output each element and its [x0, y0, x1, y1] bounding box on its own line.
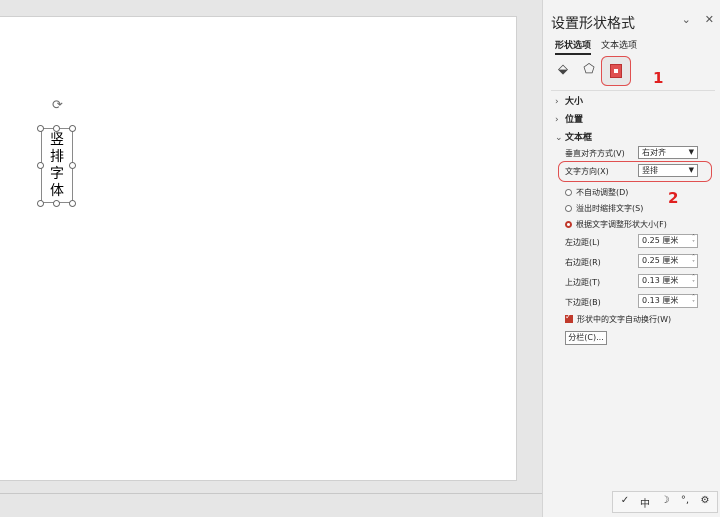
tab-text-options[interactable]: 文本选项 [601, 38, 637, 51]
spinner-arrows-icon[interactable]: ˄ ˅ [692, 235, 695, 247]
radio-dot [565, 205, 572, 212]
close-icon[interactable]: ✕ [705, 13, 714, 26]
resize-handle[interactable] [37, 162, 44, 169]
annotation-number: 1 [653, 69, 664, 87]
size-properties-icon[interactable] [601, 56, 631, 86]
checkbox-checked-icon [565, 312, 573, 323]
slide-canvas[interactable] [0, 16, 517, 481]
bottom-margin-label: 下边距(B) [565, 298, 601, 307]
resize-handle[interactable] [53, 200, 60, 207]
radio-resize-shape[interactable]: 根据文字调整形状大小(F) [565, 219, 667, 230]
wrap-text-label: 形状中的文字自动换行(W) [577, 315, 672, 324]
shape-char: 竖 [50, 132, 64, 148]
shape-text[interactable]: 竖 排 字 体 [42, 132, 72, 200]
radio-shrink-on-overflow[interactable]: 溢出时缩排文字(S) [565, 203, 643, 214]
spinner-arrows-icon[interactable]: ˄ ˅ [692, 295, 695, 307]
pane-window-controls: ⌄ ✕ [668, 13, 714, 26]
vertical-align-dropdown[interactable]: 右对齐 ▼ [638, 146, 698, 159]
tab-shape-options[interactable]: 形状选项 [555, 38, 592, 55]
annotation-number: 2 [668, 189, 679, 207]
top-margin-label: 上边距(T) [565, 278, 601, 287]
horizontal-scroll-divider [0, 493, 542, 494]
ime-chinese-mode[interactable]: 中 [635, 495, 655, 510]
text-direction-label: 文字方向(X) [565, 167, 609, 176]
ime-toolbar: ✓ 中 ☽ °, ⚙ [612, 491, 718, 513]
text-direction-value: 竖排 [642, 166, 658, 175]
radio-label: 不自动调整(D) [576, 188, 629, 197]
section-size-label: 大小 [565, 97, 584, 107]
radio-label: 溢出时缩排文字(S) [576, 204, 644, 213]
chevron-right-icon: › [555, 115, 559, 125]
resize-handle[interactable] [69, 162, 76, 169]
dropdown-arrow-icon: ▼ [688, 148, 694, 156]
ime-check-icon[interactable]: ✓ [615, 495, 635, 506]
dropdown-arrow-icon: ▼ [688, 166, 694, 174]
rotate-handle-icon[interactable]: ⟳ [51, 99, 64, 112]
right-margin-value: 0.25 厘米 [642, 256, 679, 265]
section-position-label: 位置 [565, 115, 584, 125]
vertical-align-label: 垂直对齐方式(V) [565, 149, 625, 158]
wrap-text-checkbox[interactable]: 形状中的文字自动换行(W) [565, 312, 672, 325]
shape-char: 字 [50, 166, 64, 182]
pane-title: 设置形状格式 [551, 16, 635, 32]
right-margin-label: 右边距(R) [565, 258, 601, 267]
shape-char: 体 [50, 183, 64, 199]
section-textbox-label: 文本框 [565, 133, 593, 143]
fill-line-icon[interactable]: ⬙ [553, 60, 573, 80]
effects-pentagon-icon[interactable]: ⬠ [579, 60, 599, 80]
left-margin-input[interactable]: 0.25 厘米 ˄ ˅ [638, 234, 698, 248]
left-margin-label: 左边距(L) [565, 238, 600, 247]
ime-moon-icon[interactable]: ☽ [655, 495, 675, 506]
bottom-margin-input[interactable]: 0.13 厘米 ˄ ˅ [638, 294, 698, 308]
chevron-right-icon: › [555, 97, 559, 107]
section-position[interactable]: › 位置 [555, 112, 583, 125]
section-textbox[interactable]: ⌄ 文本框 [555, 130, 592, 143]
columns-button[interactable]: 分栏(C)... [565, 331, 607, 345]
resize-handle[interactable] [53, 125, 60, 132]
radio-dot [565, 189, 572, 196]
left-margin-value: 0.25 厘米 [642, 236, 679, 245]
radio-no-autofit[interactable]: 不自动调整(D) [565, 187, 628, 198]
vertical-align-value: 右对齐 [642, 148, 666, 157]
right-margin-input[interactable]: 0.25 厘米 ˄ ˅ [638, 254, 698, 268]
bottom-margin-value: 0.13 厘米 [642, 296, 679, 305]
slide-editing-area: ⟳ 竖 排 字 体 [0, 0, 542, 517]
resize-handle[interactable] [69, 200, 76, 207]
radio-dot-selected [565, 221, 572, 228]
top-margin-input[interactable]: 0.13 厘米 ˄ ˅ [638, 274, 698, 288]
chevron-down-icon[interactable]: ⌄ [682, 13, 691, 26]
resize-handle[interactable] [69, 125, 76, 132]
spinner-arrows-icon[interactable]: ˄ ˅ [692, 275, 695, 287]
ime-settings-icon[interactable]: ⚙ [695, 495, 715, 506]
top-margin-value: 0.13 厘米 [642, 276, 679, 285]
ime-punctuation-icon[interactable]: °, [675, 495, 695, 506]
section-size[interactable]: › 大小 [555, 94, 583, 107]
text-direction-dropdown[interactable]: 竖排 ▼ [638, 164, 698, 177]
spinner-arrows-icon[interactable]: ˄ ˅ [692, 255, 695, 267]
radio-label: 根据文字调整形状大小(F) [576, 220, 667, 229]
resize-handle[interactable] [37, 200, 44, 207]
divider [551, 90, 715, 91]
resize-handle[interactable] [37, 125, 44, 132]
chevron-down-icon: ⌄ [555, 133, 563, 143]
format-shape-pane: 设置形状格式 ⌄ ✕ 形状选项 文本选项 ⬙ ⬠ 1 › 大小 › 位置 ⌄ 文本框 垂… [542, 0, 720, 517]
shape-char: 排 [50, 149, 64, 165]
